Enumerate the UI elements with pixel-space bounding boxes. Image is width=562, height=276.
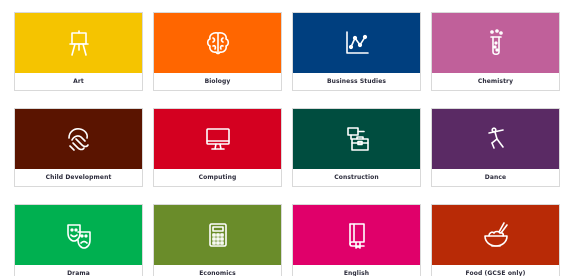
book-icon	[348, 223, 365, 249]
subject-tile	[15, 13, 142, 73]
monitor-icon	[205, 128, 230, 150]
subject-tile	[293, 109, 420, 169]
test-tube-icon	[489, 29, 503, 56]
subject-tile	[432, 109, 559, 169]
subject-card-food[interactable]: Food (GCSE only)	[431, 204, 560, 276]
subject-label: Biology	[204, 78, 231, 85]
subject-tile	[432, 13, 559, 73]
subject-card-dance[interactable]: Dance	[431, 108, 560, 187]
subject-tile	[15, 109, 142, 169]
subject-label: Business Studies	[326, 78, 387, 85]
subject-tile	[154, 109, 281, 169]
subject-card-art[interactable]: Art	[14, 12, 143, 91]
food-bowl-icon	[483, 222, 508, 247]
subject-card-computing[interactable]: Computing	[153, 108, 282, 187]
subject-tile	[293, 205, 420, 265]
subject-label: Economics	[199, 270, 236, 276]
subject-card-chemistry[interactable]: Chemistry	[431, 12, 560, 91]
subject-label: Construction	[334, 174, 379, 181]
easel-icon	[68, 30, 89, 56]
subject-tile	[154, 13, 281, 73]
subject-label: Art	[73, 78, 84, 85]
dancer-icon	[487, 127, 504, 149]
subject-card-economics[interactable]: Economics	[153, 204, 282, 276]
subject-label: Drama	[67, 270, 90, 276]
subject-card-drama[interactable]: Drama	[14, 204, 143, 276]
hands-icon	[67, 128, 89, 151]
subject-label: English	[343, 270, 370, 276]
brain-icon	[206, 32, 229, 55]
theatre-masks-icon	[66, 224, 91, 249]
subject-tile	[293, 13, 420, 73]
subject-card-english[interactable]: English	[292, 204, 421, 276]
subject-label: Computing	[198, 174, 237, 181]
calculator-icon	[208, 223, 227, 247]
line-chart-icon	[345, 31, 369, 54]
subject-label: Dance	[484, 174, 507, 181]
subject-label: Child Development	[45, 174, 112, 181]
subject-card-business-studies[interactable]: Business Studies	[292, 12, 421, 91]
subject-card-child-development[interactable]: Child Development	[14, 108, 143, 187]
subject-label: Food (GCSE only)	[465, 270, 526, 276]
subject-card-biology[interactable]: Biology	[153, 12, 282, 91]
subject-label: Chemistry	[477, 78, 514, 85]
drill-toolbox-icon	[346, 127, 369, 151]
subject-tile	[15, 205, 142, 265]
subject-tile	[432, 205, 559, 265]
subject-grid: Art Biology Business Studies Chemistry C…	[0, 0, 562, 276]
subject-tile	[154, 205, 281, 265]
subject-card-construction[interactable]: Construction	[292, 108, 421, 187]
